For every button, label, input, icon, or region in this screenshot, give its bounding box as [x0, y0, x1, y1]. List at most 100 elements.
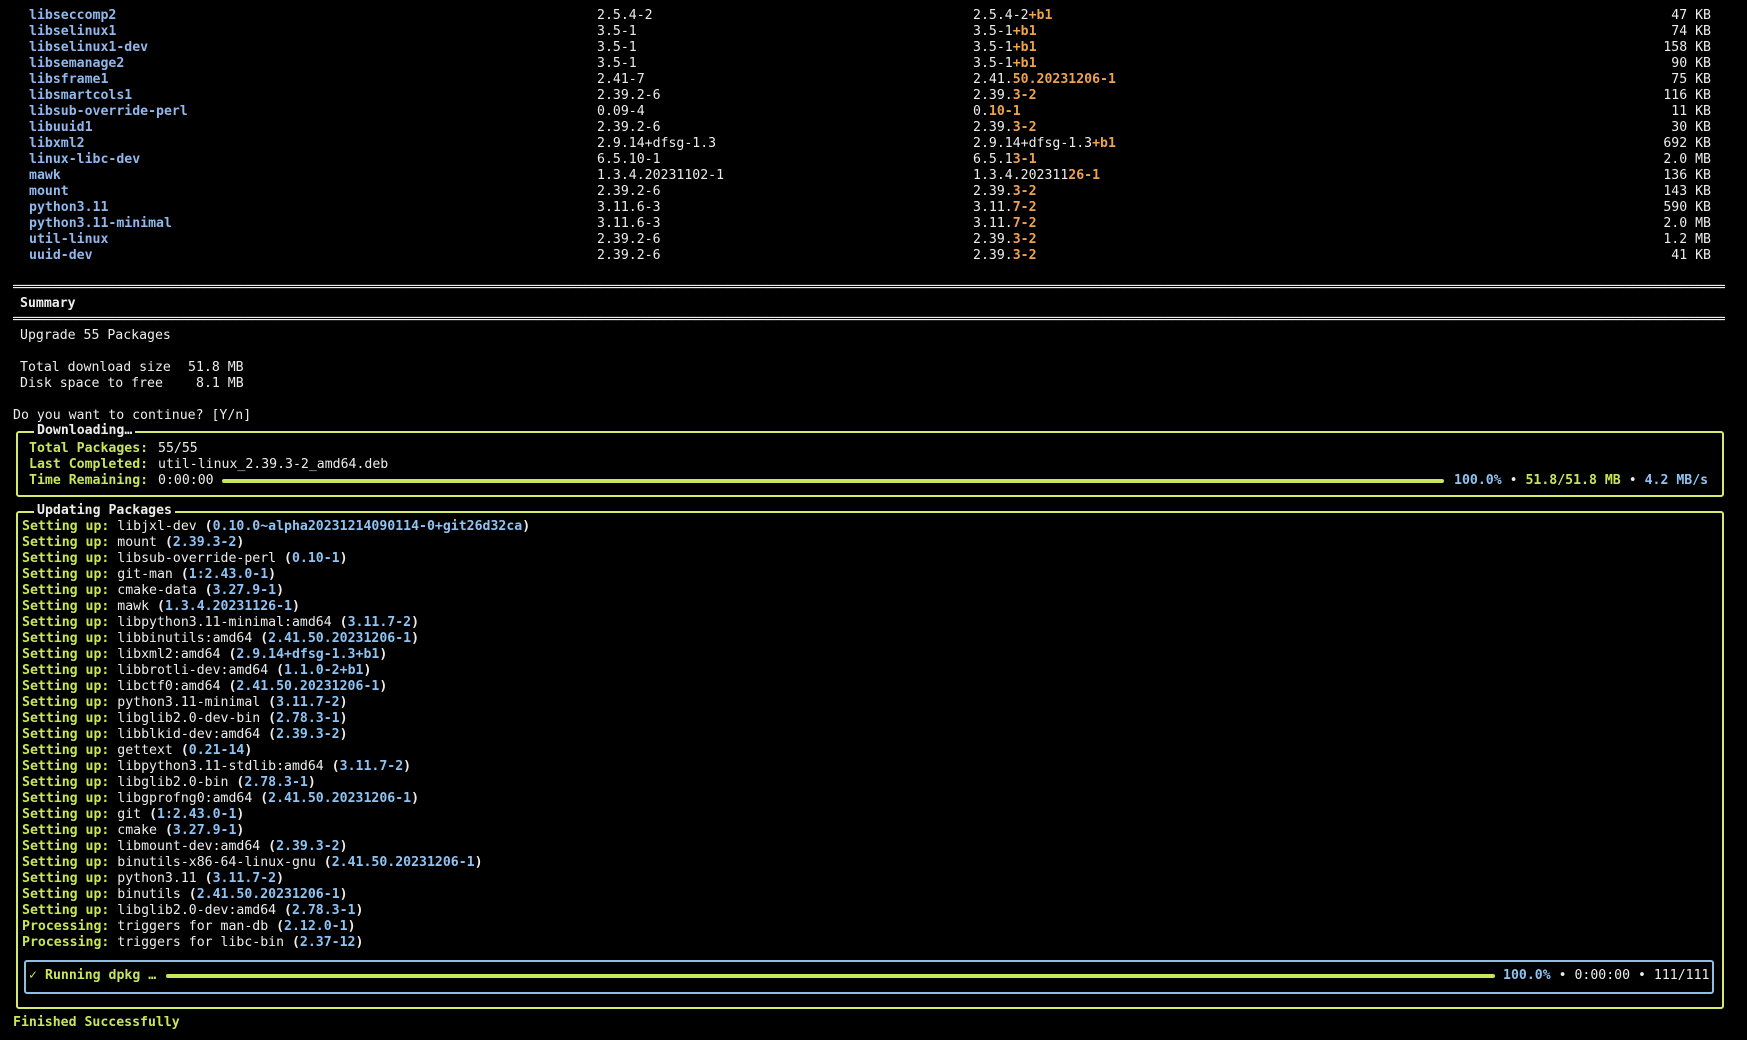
- update-package: cmake: [117, 823, 157, 838]
- action-label: Setting up:: [22, 679, 110, 694]
- new-version-suffix: 10-1: [988, 104, 1021, 119]
- update-line: Setting up: gettext (0.21-14): [22, 743, 253, 758]
- package-size: 590 KB: [1663, 200, 1711, 215]
- old-version: 2.41-7: [597, 72, 645, 87]
- update-package: triggers for man-db: [117, 919, 269, 934]
- new-version: 2.39.3-2: [973, 88, 1037, 104]
- package-name: libsub-override-perl: [29, 104, 188, 119]
- separator-dot: •: [1550, 968, 1575, 983]
- update-line: Setting up: cmake-data (3.27.9-1): [22, 583, 285, 598]
- old-version: 2.39.2-6: [597, 184, 661, 199]
- update-version: 3.27.9-1: [212, 583, 277, 598]
- new-version-prefix: 6.5.1: [973, 152, 1013, 167]
- action-label: Setting up:: [22, 727, 110, 742]
- update-package: libgprofng0:amd64: [117, 791, 253, 806]
- new-version-prefix: 2.39.: [973, 120, 1013, 135]
- updating-title: Updating Packages: [34, 503, 175, 519]
- dpkg-progress-box: ✓ Running dpkg … 100.0% • 0:00:00 • 111/…: [24, 960, 1714, 994]
- package-name: mawk: [29, 168, 61, 183]
- action-label: Setting up:: [22, 615, 110, 630]
- old-version: 3.5-1: [597, 56, 637, 71]
- package-size: 75 KB: [1671, 72, 1711, 87]
- update-package: libmount-dev:amd64: [117, 839, 261, 854]
- package-size: 143 KB: [1663, 184, 1711, 199]
- action-label: Setting up:: [22, 807, 110, 822]
- update-line: Processing: triggers for libc-bin (2.37-…: [22, 935, 364, 950]
- new-version-prefix: 2.41.: [973, 72, 1013, 87]
- new-version-suffix: 50.20231206-1: [1012, 72, 1116, 87]
- new-version-prefix: 3.5-1: [973, 40, 1013, 55]
- action-label: Processing:: [22, 935, 110, 950]
- action-label: Setting up:: [22, 855, 110, 870]
- new-version: 3.5-1+b1: [973, 56, 1037, 72]
- action-label: Setting up:: [22, 567, 110, 582]
- separator-dot: •: [1501, 473, 1526, 488]
- new-version: 3.5-1+b1: [973, 24, 1037, 40]
- new-version: 1.3.4.20231126-1: [973, 168, 1100, 184]
- action-label: Setting up:: [22, 599, 110, 614]
- update-package: libpython3.11-stdlib:amd64: [117, 759, 324, 774]
- new-version: 3.11.7-2: [973, 200, 1037, 216]
- update-version: 2.78.3-1: [291, 903, 356, 918]
- divider: ════════════════════════════════════════…: [13, 312, 1725, 327]
- old-version: 2.9.14+dfsg-1.3: [597, 136, 717, 151]
- package-size: 74 KB: [1671, 24, 1711, 39]
- update-version: 0.21-14: [188, 743, 245, 758]
- action-label: Setting up:: [22, 759, 110, 774]
- action-label: Setting up:: [22, 887, 110, 902]
- update-package: libglib2.0-dev:amd64: [117, 903, 277, 918]
- update-line: Setting up: libbrotli-dev:amd64 (1.1.0-2…: [22, 663, 372, 678]
- update-line: Setting up: libglib2.0-bin (2.78.3-1): [22, 775, 316, 790]
- divider: ════════════════════════════════════════…: [13, 280, 1725, 295]
- update-package: libglib2.0-bin: [117, 775, 229, 790]
- action-label: Setting up:: [22, 551, 110, 566]
- package-name: libsmartcols1: [29, 88, 133, 103]
- new-version-prefix: 2.9.14+dfsg-1.3: [973, 136, 1093, 151]
- action-label: Setting up:: [22, 695, 110, 710]
- package-name: linux-libc-dev: [29, 152, 141, 167]
- update-version: 2.12.0-1: [284, 919, 348, 934]
- update-package: cmake-data: [117, 583, 197, 598]
- update-line: Setting up: mawk (1.3.4.20231126-1): [22, 599, 300, 614]
- package-size: 2.0 MB: [1663, 216, 1711, 231]
- update-version: 1.3.4.20231126-1: [164, 599, 292, 614]
- new-version-suffix: 7-2: [1012, 200, 1037, 215]
- package-size: 41 KB: [1671, 248, 1711, 263]
- action-label: Setting up:: [22, 871, 110, 886]
- new-version-suffix: +b1: [1012, 24, 1037, 39]
- new-version-prefix: 1.3.4.202311: [973, 168, 1069, 183]
- new-version-suffix: +b1: [1012, 40, 1037, 55]
- update-line: Setting up: libblkid-dev:amd64 (2.39.3-2…: [22, 727, 348, 742]
- continue-prompt[interactable]: Do you want to continue? [Y/n]: [13, 408, 251, 424]
- action-label: Setting up:: [22, 647, 110, 662]
- action-label: Setting up:: [22, 631, 110, 646]
- old-version: 3.11.6-3: [597, 200, 661, 215]
- package-name: libselinux1-dev: [29, 40, 149, 55]
- new-version-suffix: 3-2: [1012, 184, 1037, 199]
- action-label: Setting up:: [22, 823, 110, 838]
- time-remaining-label: Time Remaining:: [29, 473, 149, 488]
- new-version: 2.9.14+dfsg-1.3+b1: [973, 136, 1116, 152]
- update-line: Processing: triggers for man-db (2.12.0-…: [22, 919, 356, 934]
- dpkg-percent: 100.0%: [1503, 968, 1551, 983]
- update-package: libbinutils:amd64: [117, 631, 253, 646]
- new-version: 2.39.3-2: [973, 120, 1037, 136]
- update-version: 1.1.0-2+b1: [284, 663, 364, 678]
- dpkg-time: 0:00:00: [1574, 968, 1631, 983]
- update-package: gettext: [117, 743, 173, 758]
- dpkg-count: 111/111: [1653, 968, 1710, 983]
- check-icon: ✓: [29, 968, 37, 983]
- total-packages-label: Total Packages:: [29, 441, 149, 456]
- update-line: Setting up: binutils (2.41.50.20231206-1…: [22, 887, 348, 902]
- package-name: uuid-dev: [29, 248, 93, 263]
- update-package: libxml2:amd64: [117, 647, 221, 662]
- update-package: triggers for libc-bin: [117, 935, 285, 950]
- update-package: libjxl-dev: [117, 519, 197, 534]
- update-package: mount: [117, 535, 157, 550]
- action-label: Setting up:: [22, 775, 110, 790]
- dpkg-label: Running dpkg …: [45, 968, 157, 983]
- update-version: 2.41.50.20231206-1: [236, 679, 380, 694]
- update-version: 2.37-12: [299, 935, 356, 950]
- update-version: 1:2.43.0-1: [188, 567, 269, 582]
- update-version: 2.41.50.20231206-1: [196, 887, 340, 902]
